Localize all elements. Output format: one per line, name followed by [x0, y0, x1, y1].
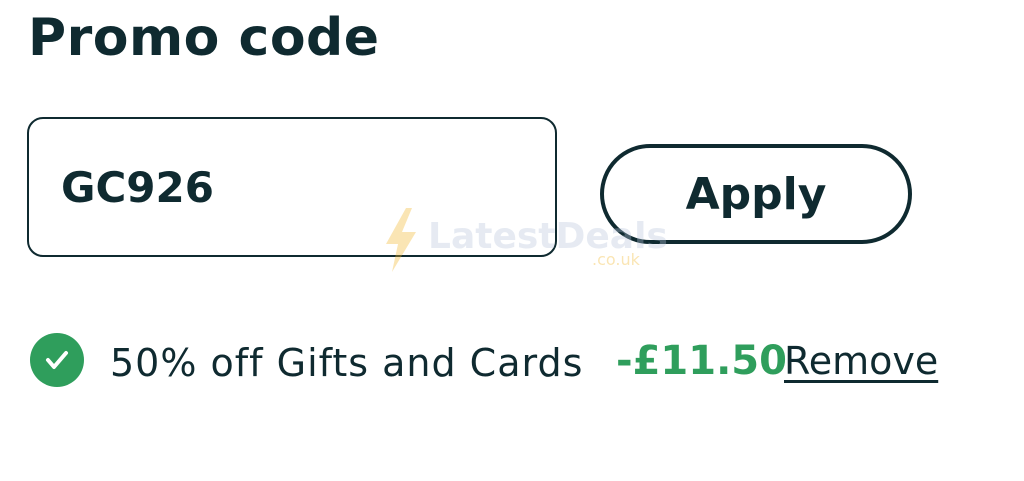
applied-promo-row: 50% off Gifts and Cards -£11.50 Remove — [30, 333, 990, 453]
promo-description: 50% off Gifts and Cards — [110, 341, 584, 385]
check-circle-icon — [30, 333, 84, 387]
promo-title: Promo code — [28, 8, 380, 68]
discount-amount: -£11.50 — [616, 338, 787, 384]
remove-promo-link[interactable]: Remove — [784, 335, 938, 387]
promo-code-input[interactable] — [27, 117, 557, 257]
promo-code-panel: Promo code Apply LatestDeals .co.uk 50% … — [0, 0, 1024, 481]
apply-button[interactable]: Apply — [600, 144, 912, 244]
watermark-subtext: .co.uk — [592, 250, 640, 269]
